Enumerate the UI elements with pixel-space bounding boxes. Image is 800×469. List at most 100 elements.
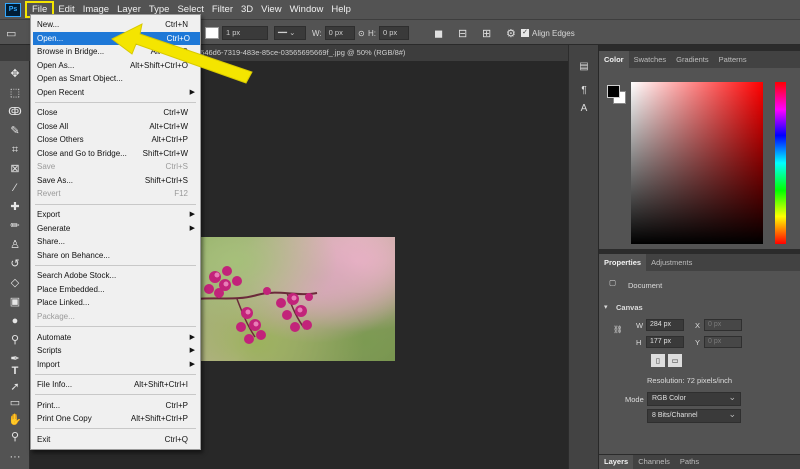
color-field[interactable] xyxy=(631,82,763,244)
link-icon[interactable]: ⊙ xyxy=(358,26,365,40)
canvas-width-field[interactable]: 284 px xyxy=(646,319,684,331)
menu-separator xyxy=(35,204,196,205)
zoom-tool-icon[interactable]: ⚲ xyxy=(8,430,22,444)
menu-item-print[interactable]: Print... Ctrl+P xyxy=(31,399,200,412)
hand-tool-icon[interactable]: ✋ xyxy=(8,413,22,427)
submenu-arrow-icon: ▶ xyxy=(189,225,195,232)
width-field[interactable]: 0 px xyxy=(324,26,355,40)
menu-view[interactable]: View xyxy=(257,1,285,18)
quick-select-tool-icon[interactable]: ✎ xyxy=(8,124,22,138)
landscape-orientation-icon[interactable]: ▭ xyxy=(668,354,682,367)
properties-panel: Properties Adjustments ▢ Document ▾ Canv… xyxy=(599,254,800,454)
hue-slider[interactable] xyxy=(775,82,786,244)
foreground-color-swatch[interactable] xyxy=(607,85,620,98)
tab-properties[interactable]: Properties xyxy=(599,254,647,271)
paragraph-panel-icon[interactable]: ¶ xyxy=(578,85,590,97)
menu-window[interactable]: Window xyxy=(286,1,328,18)
canvas-y-field[interactable]: 0 px xyxy=(704,336,742,348)
menu-item-share-on-behance[interactable]: Share on Behance... xyxy=(31,249,200,262)
tab-swatches[interactable]: Swatches xyxy=(629,51,672,68)
gradient-tool-icon[interactable]: ▣ xyxy=(8,295,22,309)
menu-separator xyxy=(35,102,196,103)
eyedropper-tool-icon[interactable]: ⁄ xyxy=(8,181,22,195)
history-brush-tool-icon[interactable]: ↺ xyxy=(8,257,22,271)
tab-paths[interactable]: Paths xyxy=(675,455,704,469)
lasso-tool-icon[interactable]: ↂ xyxy=(8,105,22,119)
type-tool-icon[interactable]: T xyxy=(8,364,22,378)
path-selection-tool-icon[interactable]: ➚ xyxy=(8,380,22,394)
menu-item-print-one-copy[interactable]: Print One Copy Alt+Shift+Ctrl+P xyxy=(31,412,200,425)
annotation-arrow-icon xyxy=(111,23,253,84)
menu-item-close-others[interactable]: Close Others Alt+Ctrl+P xyxy=(31,133,200,146)
frame-tool-icon[interactable]: ⊠ xyxy=(8,162,22,176)
tab-layers[interactable]: Layers xyxy=(599,455,634,469)
crop-tool-icon[interactable]: ⌗ xyxy=(8,143,22,157)
collapse-icon[interactable]: ▾ xyxy=(604,303,608,311)
healing-brush-tool-icon[interactable]: ✚ xyxy=(8,200,22,214)
color-mode-select[interactable]: RGB Color xyxy=(647,391,741,406)
flower-photo xyxy=(197,266,318,344)
menu-help[interactable]: Help xyxy=(327,1,355,18)
rectangle-tool-icon[interactable]: ▭ xyxy=(8,396,22,410)
clone-stamp-tool-icon[interactable]: ♙ xyxy=(8,238,22,252)
menu-item-share[interactable]: Share... xyxy=(31,235,200,248)
canvas-section-title: Canvas xyxy=(616,303,643,312)
menu-item-close-all[interactable]: Close All Alt+Ctrl+W xyxy=(31,120,200,133)
width-label: W xyxy=(636,321,644,330)
layers-panel: Layers Channels Paths xyxy=(599,455,800,469)
menu-item-close-and-go-to-bridge[interactable]: Close and Go to Bridge... Shift+Ctrl+W xyxy=(31,147,200,160)
history-panel-icon[interactable]: ▤ xyxy=(578,61,590,73)
bit-depth-select[interactable]: 8 Bits/Channel xyxy=(647,408,741,423)
tab-patterns[interactable]: Patterns xyxy=(714,51,752,68)
resolution-text: Resolution: 72 pixels/inch xyxy=(647,376,733,385)
marquee-tool-icon[interactable]: ⬚ xyxy=(8,86,22,100)
align-edges-checkbox[interactable]: ✓ xyxy=(521,29,529,37)
move-tool-icon[interactable]: ✥ xyxy=(8,67,22,81)
menu-separator xyxy=(35,394,196,395)
link-dimensions-icon[interactable]: ⛓ xyxy=(613,325,623,334)
eraser-tool-icon[interactable]: ◇ xyxy=(8,276,22,290)
path-alignment-icon[interactable]: ⊟ xyxy=(458,26,467,40)
menu-item-search-adobe-stock[interactable]: Search Adobe Stock... xyxy=(31,269,200,282)
align-edges-label: Align Edges xyxy=(532,28,575,38)
tab-channels[interactable]: Channels xyxy=(633,455,675,469)
portrait-orientation-icon[interactable]: ▯ xyxy=(651,354,665,367)
menu-item-import[interactable]: Import ▶ xyxy=(31,358,200,371)
menu-item-place-linked[interactable]: Place Linked... xyxy=(31,296,200,309)
dodge-tool-icon[interactable]: ⚲ xyxy=(8,333,22,347)
menu-item-exit[interactable]: Exit Ctrl+Q xyxy=(31,433,200,446)
tab-gradients[interactable]: Gradients xyxy=(671,51,714,68)
path-arrangement-icon[interactable]: ⊞ xyxy=(482,26,491,40)
stroke-type-select[interactable]: ━━ ⌄ xyxy=(274,26,306,40)
more-tools-icon[interactable]: ··· xyxy=(8,450,22,464)
submenu-arrow-icon: ▶ xyxy=(189,334,195,341)
tab-color[interactable]: Color xyxy=(599,51,629,68)
canvas-x-field[interactable]: 0 px xyxy=(704,319,742,331)
menu-item-scripts[interactable]: Scripts ▶ xyxy=(31,344,200,357)
brush-tool-icon[interactable]: ✏ xyxy=(8,219,22,233)
tab-adjustments[interactable]: Adjustments xyxy=(646,254,697,271)
menu-item-close[interactable]: Close Ctrl+W xyxy=(31,106,200,119)
menu-item-generate[interactable]: Generate ▶ xyxy=(31,222,200,235)
canvas-height-field[interactable]: 177 px xyxy=(646,336,684,348)
gear-icon[interactable]: ⚙ xyxy=(506,26,516,40)
photoshop-logo: Ps xyxy=(5,2,21,17)
height-label: H xyxy=(636,338,642,347)
submenu-arrow-icon: ▶ xyxy=(189,347,195,354)
height-field[interactable]: 0 px xyxy=(379,26,409,40)
menu-item-automate[interactable]: Automate ▶ xyxy=(31,331,200,344)
collapsed-panels-strip: ▤ ¶ A xyxy=(568,45,598,469)
menu-item-file-info[interactable]: File Info... Alt+Shift+Ctrl+I xyxy=(31,378,200,391)
blur-tool-icon[interactable]: ● xyxy=(8,314,22,328)
document-image[interactable] xyxy=(197,237,395,361)
menu-item-place-embedded[interactable]: Place Embedded... xyxy=(31,283,200,296)
x-label: X xyxy=(695,321,701,330)
menu-3d[interactable]: 3D xyxy=(237,1,257,18)
height-label: H: xyxy=(368,28,376,38)
menu-item-save-as[interactable]: Save As... Shift+Ctrl+S xyxy=(31,174,200,187)
path-operations-icon[interactable]: ◼ xyxy=(434,26,443,40)
menu-filter[interactable]: Filter xyxy=(208,1,237,18)
tool-preset-icon[interactable]: ▭ xyxy=(6,26,16,40)
character-panel-icon[interactable]: A xyxy=(578,103,590,115)
menu-item-export[interactable]: Export ▶ xyxy=(31,208,200,221)
